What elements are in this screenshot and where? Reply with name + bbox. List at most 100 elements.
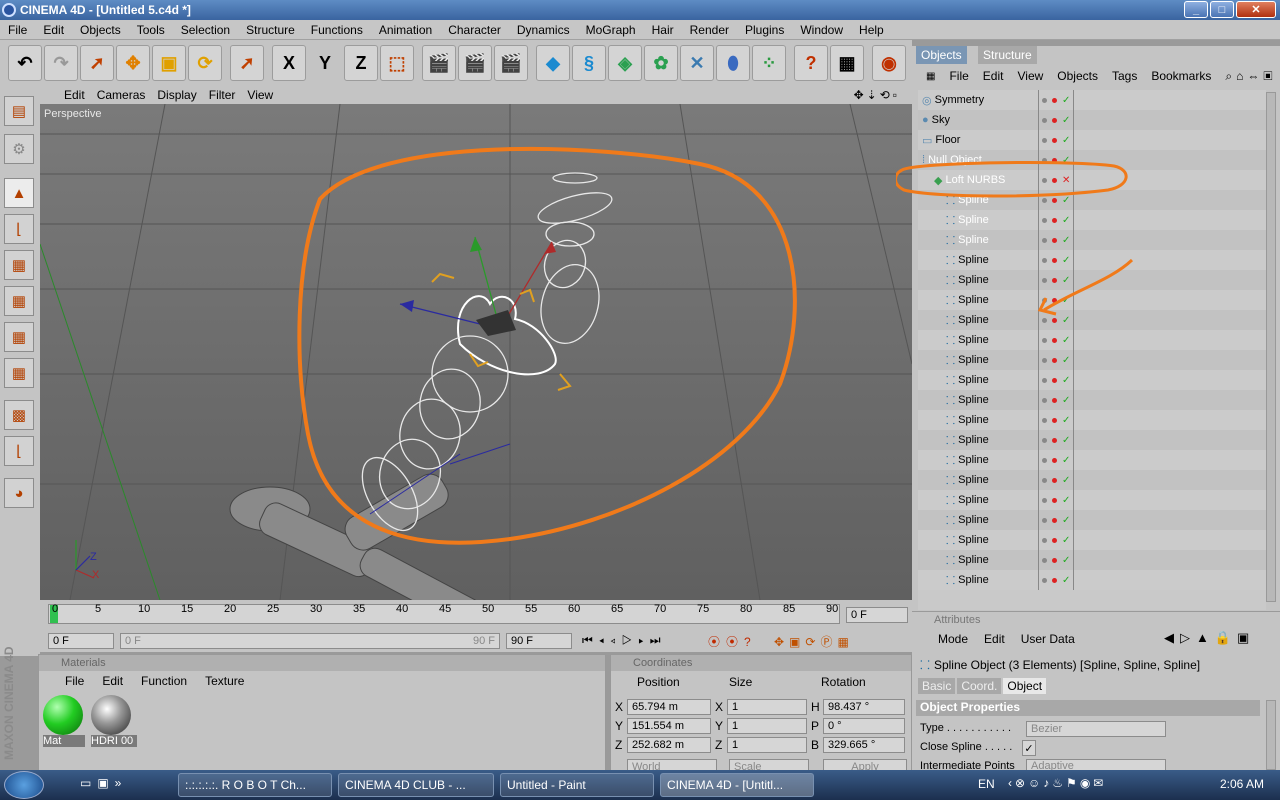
array-icon[interactable]: ✿	[644, 45, 678, 81]
object-row[interactable]: ⸬ Spline ✓	[918, 570, 1266, 590]
close-button[interactable]: ✕	[1236, 1, 1276, 18]
viewport-menu-view[interactable]: View	[247, 88, 285, 102]
menu-help[interactable]: Help	[851, 23, 892, 37]
axis-tool-icon[interactable]: ⌊	[4, 214, 34, 244]
object-row[interactable]: ⸬ Spline ✓	[918, 370, 1266, 390]
position-field-z[interactable]: 252.682 m	[627, 737, 711, 753]
select-arrow-icon[interactable]: ➚	[80, 45, 114, 81]
web-icon[interactable]: ◉	[872, 45, 906, 81]
maximize-button[interactable]: □	[1210, 1, 1234, 18]
attr-menu-edit[interactable]: Edit	[984, 632, 1005, 646]
visibility-toggles[interactable]: ✓	[1038, 570, 1074, 590]
viewport-perspective[interactable]: Z X Perspective	[40, 104, 912, 600]
object-row[interactable]: ⸬ Spline ✓	[918, 410, 1266, 430]
object-row[interactable]: ⸬ Spline ✓	[918, 490, 1266, 510]
language-indicator[interactable]: EN	[978, 777, 995, 791]
render-picture-icon[interactable]: 🎬	[458, 45, 492, 81]
viewport-menu-edit[interactable]: Edit	[64, 88, 97, 102]
visibility-toggles[interactable]: ✓	[1038, 390, 1074, 410]
end-frame-field[interactable]: 90 F	[506, 633, 572, 649]
menu-character[interactable]: Character	[440, 23, 509, 37]
objects-menu-view[interactable]: View	[1017, 69, 1043, 83]
workplane-icon[interactable]: ⌊	[4, 436, 34, 466]
playback-controls-icon[interactable]: ⏮◂◃▷▸⏭	[582, 633, 667, 648]
spline-icon[interactable]: §	[572, 45, 606, 81]
object-row[interactable]: ⸬ Spline ✓	[918, 330, 1266, 350]
visibility-toggles[interactable]: ✓	[1038, 130, 1074, 150]
object-row[interactable]: ⸬ Spline ✓	[918, 550, 1266, 570]
position-field-y[interactable]: 151.554 m	[627, 718, 711, 734]
menu-selection[interactable]: Selection	[173, 23, 238, 37]
menu-tools[interactable]: Tools	[129, 23, 173, 37]
visibility-toggles[interactable]: ✓	[1038, 330, 1074, 350]
object-list-scrollbar[interactable]	[1266, 92, 1276, 602]
z-axis-button[interactable]: Z	[344, 45, 378, 81]
materials-menu-file[interactable]: File	[65, 674, 84, 688]
objects-menu-tags[interactable]: Tags	[1112, 69, 1137, 83]
scale-icon[interactable]: ▣	[152, 45, 186, 81]
menu-animation[interactable]: Animation	[371, 23, 440, 37]
help-pointer-icon[interactable]: ?	[794, 45, 828, 81]
size-field-z[interactable]: 1	[727, 737, 807, 753]
visibility-toggles[interactable]: ✓	[1038, 530, 1074, 550]
task-cinema4d-club[interactable]: CINEMA 4D CLUB - ...	[338, 773, 494, 797]
y-axis-button[interactable]: Y	[308, 45, 342, 81]
visibility-toggles[interactable]: ✓	[1038, 450, 1074, 470]
calendar-help-icon[interactable]: ▦	[830, 45, 864, 81]
menu-objects[interactable]: Objects	[72, 23, 129, 37]
object-row[interactable]: ◎ Symmetry ✓	[918, 90, 1266, 110]
redo-icon[interactable]: ↷	[44, 45, 78, 81]
rotation-field-x[interactable]: 98.437 °	[823, 699, 905, 715]
object-row[interactable]: ⸬ Spline ✓	[918, 510, 1266, 530]
edges-mode-icon[interactable]: ▦	[4, 286, 34, 316]
visibility-toggles[interactable]: ✓	[1038, 350, 1074, 370]
attributes-scrollbar[interactable]	[1266, 700, 1276, 770]
manager-icon[interactable]: ▦	[926, 71, 935, 82]
key-tracks-icon[interactable]: ✥▣⟳Ⓟ▦	[774, 633, 854, 650]
start-button[interactable]	[4, 771, 44, 799]
attr-menu-mode[interactable]: Mode	[938, 632, 968, 646]
move-icon[interactable]: ✥	[116, 45, 150, 81]
object-row[interactable]: ⸬ Spline ✓	[918, 530, 1266, 550]
materials-menu-edit[interactable]: Edit	[102, 674, 123, 688]
render-view-icon[interactable]: 🎬	[422, 45, 456, 81]
render-settings-icon[interactable]: 🎬	[494, 45, 528, 81]
task-paint[interactable]: Untitled - Paint	[500, 773, 654, 797]
nurbs-icon[interactable]: ◈	[608, 45, 642, 81]
visibility-toggles[interactable]: ✓	[1038, 370, 1074, 390]
menu-file[interactable]: File	[0, 23, 35, 37]
material-mat[interactable]: Mat	[43, 695, 85, 753]
menu-edit[interactable]: Edit	[35, 23, 72, 37]
position-field-x[interactable]: 65.794 m	[627, 699, 711, 715]
rotation-field-y[interactable]: 0 °	[823, 718, 905, 734]
attr-menu-user-data[interactable]: User Data	[1021, 632, 1075, 646]
objects-menu-bookmarks[interactable]: Bookmarks	[1151, 69, 1211, 83]
preview-range-slider[interactable]: 0 F 90 F	[120, 633, 500, 649]
visibility-toggles[interactable]: ✓	[1038, 550, 1074, 570]
visibility-toggles[interactable]: ✓	[1038, 490, 1074, 510]
object-row[interactable]: ⸬ Spline ✓	[918, 390, 1266, 410]
tab-structure[interactable]: Structure	[978, 46, 1037, 64]
deformer-icon[interactable]: ✕	[680, 45, 714, 81]
polygons-mode-icon[interactable]: ▦	[4, 322, 34, 352]
menu-dynamics[interactable]: Dynamics	[509, 23, 578, 37]
object-mode-icon[interactable]: ⚙	[4, 134, 34, 164]
menu-structure[interactable]: Structure	[238, 23, 303, 37]
visibility-toggles[interactable]: ✓	[1038, 430, 1074, 450]
viewport-menu-cameras[interactable]: Cameras	[97, 88, 158, 102]
attr-tab-object[interactable]: Object	[1003, 678, 1047, 694]
menu-render[interactable]: Render	[682, 23, 737, 37]
coordinate-system-icon[interactable]: ⬚	[380, 45, 414, 81]
task-robot-chat[interactable]: :.:.:.:.:. R O B O T Ch...	[178, 773, 332, 797]
current-frame-field[interactable]: 0 F	[846, 607, 908, 623]
viewport-menu-filter[interactable]: Filter	[209, 88, 248, 102]
type-dropdown[interactable]: Bezier	[1026, 721, 1166, 737]
undo-icon[interactable]: ↶	[8, 45, 42, 81]
materials-menu-texture[interactable]: Texture	[205, 674, 244, 688]
live-select-icon[interactable]: ➚	[230, 45, 264, 81]
close-spline-checkbox[interactable]: ✓	[1022, 740, 1036, 756]
object-row[interactable]: ⸬ Spline ✓	[918, 430, 1266, 450]
visibility-toggles[interactable]: ✓	[1038, 110, 1074, 130]
tab-objects[interactable]: Objects	[916, 46, 967, 64]
menu-plugins[interactable]: Plugins	[737, 23, 792, 37]
